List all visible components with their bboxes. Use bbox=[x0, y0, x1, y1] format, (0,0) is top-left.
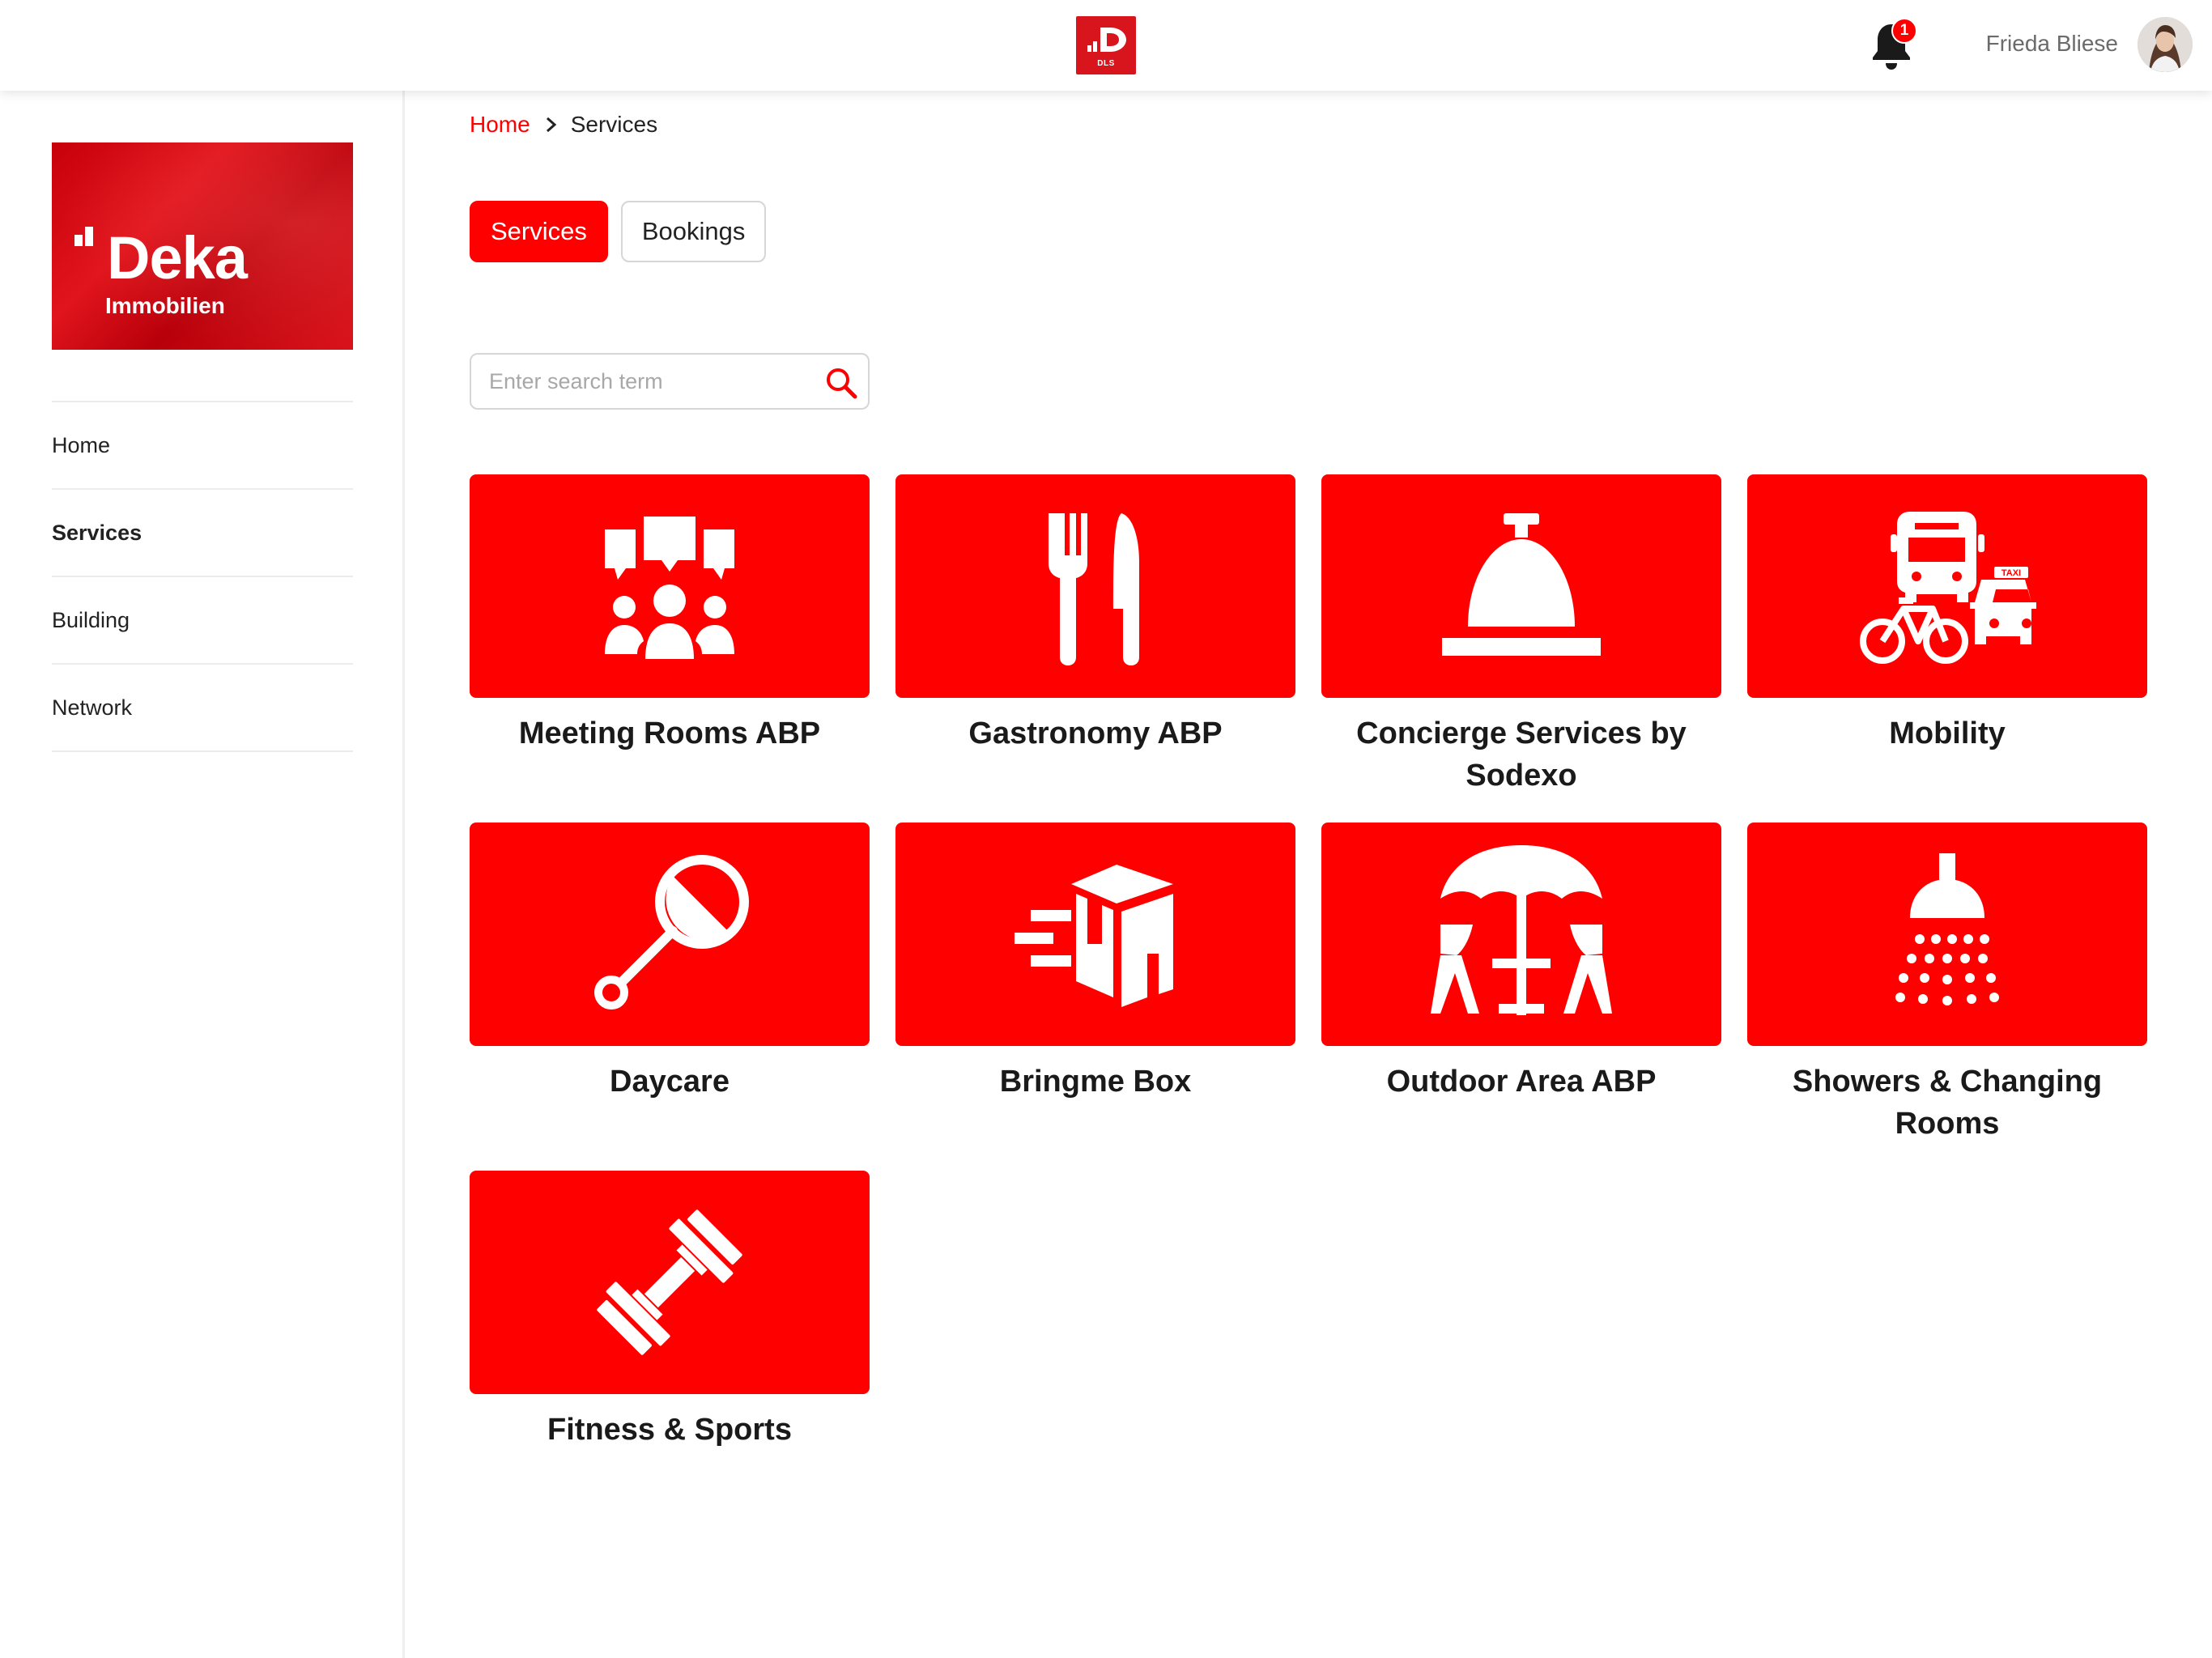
avatar-image bbox=[2138, 17, 2193, 72]
service-card-mobility[interactable]: TAXI Mobility bbox=[1747, 474, 2147, 755]
service-card-bringme-box[interactable]: Bringme Box bbox=[895, 823, 1295, 1103]
service-tile bbox=[470, 1171, 870, 1394]
patio-umbrella-icon bbox=[1431, 845, 1612, 1015]
breadcrumb: Home Services bbox=[470, 112, 657, 138]
taxi-sign-text: TAXI bbox=[2001, 568, 2021, 578]
service-title: Showers & Changing Rooms bbox=[1792, 1065, 2103, 1141]
service-tile bbox=[1747, 823, 2147, 1046]
service-title: Fitness & Sports bbox=[547, 1413, 792, 1447]
search-icon[interactable] bbox=[824, 366, 858, 400]
sidebar-item-building[interactable]: Building bbox=[52, 577, 353, 665]
service-title: Daycare bbox=[610, 1065, 730, 1099]
service-title: Mobility bbox=[1889, 716, 2006, 750]
rattle-icon bbox=[594, 855, 749, 1010]
sidebar-nav: Home Services Building Network bbox=[52, 401, 353, 752]
service-tile bbox=[895, 823, 1295, 1046]
breadcrumb-current: Services bbox=[570, 112, 658, 137]
service-card-gastronomy[interactable]: Gastronomy ABP bbox=[895, 474, 1295, 755]
search-box bbox=[470, 353, 870, 410]
tab-bookings[interactable]: Bookings bbox=[620, 201, 767, 262]
service-card-daycare[interactable]: Daycare bbox=[470, 823, 870, 1103]
dumbbell-icon bbox=[597, 1209, 742, 1355]
service-card-concierge[interactable]: Concierge Services by Sodexo bbox=[1321, 474, 1721, 797]
sidebar-item-home[interactable]: Home bbox=[52, 402, 353, 490]
service-title: Outdoor Area ABP bbox=[1386, 1065, 1657, 1099]
service-bell-icon bbox=[1442, 513, 1601, 656]
breadcrumb-home-link[interactable]: Home bbox=[470, 112, 530, 138]
notification-badge: 1 bbox=[1891, 18, 1917, 44]
mobility-icon: TAXI bbox=[1860, 512, 2036, 664]
deka-brand-logo[interactable]: Deka Immobilien bbox=[52, 142, 353, 350]
service-card-showers[interactable]: Showers & Changing Rooms bbox=[1747, 823, 2147, 1145]
service-title: Gastronomy ABP bbox=[968, 716, 1223, 750]
user-name[interactable]: Frieda Bliese bbox=[1986, 31, 2118, 57]
app-logo-text: DLS bbox=[1097, 59, 1115, 68]
service-title: Meeting Rooms ABP bbox=[518, 716, 821, 750]
service-tile bbox=[1321, 474, 1721, 698]
app-logo[interactable]: DLS bbox=[1076, 16, 1136, 74]
service-tile bbox=[470, 823, 870, 1046]
chevron-right-icon bbox=[546, 117, 556, 133]
top-bar: DLS 1 Frieda Bliese bbox=[0, 0, 2212, 91]
meeting-icon bbox=[605, 517, 734, 659]
tab-bar: Services Bookings bbox=[470, 201, 767, 262]
sidebar: Deka Immobilien Home Services Building N… bbox=[0, 91, 405, 1658]
search-input[interactable] bbox=[489, 355, 805, 408]
sidebar-item-services[interactable]: Services bbox=[52, 490, 353, 577]
service-tile bbox=[470, 474, 870, 698]
service-card-fitness[interactable]: Fitness & Sports bbox=[470, 1171, 870, 1451]
tab-services[interactable]: Services bbox=[470, 201, 608, 262]
fork-knife-icon bbox=[1049, 513, 1139, 665]
shower-icon bbox=[1895, 853, 1999, 1005]
service-card-meeting-rooms[interactable]: Meeting Rooms ABP bbox=[470, 474, 870, 755]
brand-name: Deka bbox=[107, 224, 248, 291]
brand-subtitle: Immobilien bbox=[105, 293, 225, 318]
delivery-box-icon bbox=[1015, 865, 1173, 1007]
user-avatar[interactable] bbox=[2138, 17, 2193, 72]
sidebar-item-network[interactable]: Network bbox=[52, 665, 353, 752]
service-card-outdoor-area[interactable]: Outdoor Area ABP bbox=[1321, 823, 1721, 1103]
service-tile bbox=[1321, 823, 1721, 1046]
service-title: Concierge Services by Sodexo bbox=[1356, 716, 1687, 793]
service-title: Bringme Box bbox=[999, 1065, 1192, 1099]
service-tile bbox=[895, 474, 1295, 698]
service-tile: TAXI bbox=[1747, 474, 2147, 698]
